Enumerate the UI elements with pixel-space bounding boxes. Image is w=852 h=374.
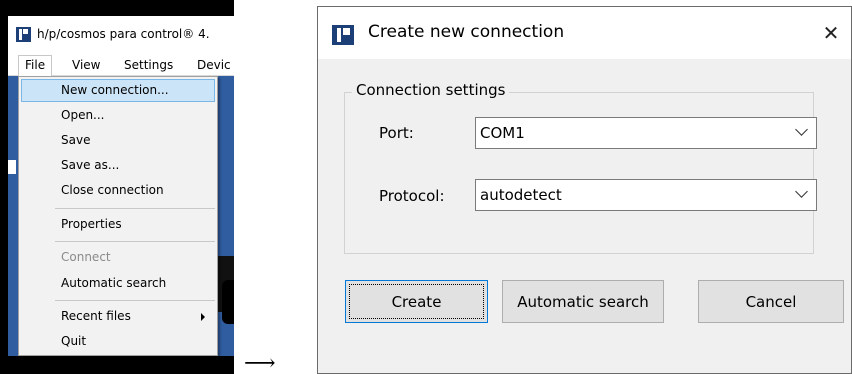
- protocol-select[interactable]: autodetect: [475, 179, 817, 211]
- menu-item-save[interactable]: Save: [21, 129, 215, 152]
- app-window: h/p/cosmos para control® 4. File View Se…: [0, 0, 234, 374]
- menu-item-properties[interactable]: Properties: [21, 213, 215, 236]
- app-content-fragment: [222, 280, 234, 324]
- file-menu-dropdown: New connection... Open... Save Save as..…: [18, 76, 218, 356]
- connection-settings-label: Connection settings: [352, 81, 510, 99]
- menu-item-recent-files-label: Recent files: [61, 309, 131, 323]
- app-title: h/p/cosmos para control® 4.: [37, 27, 210, 41]
- menu-item-connect: Connect: [61, 250, 111, 264]
- menu-separator: [55, 300, 215, 301]
- menu-item-recent-files[interactable]: Recent files: [21, 305, 215, 328]
- menu-item-save-as[interactable]: Save as...: [21, 154, 215, 177]
- submenu-arrow-icon: [201, 313, 205, 321]
- menu-devices[interactable]: Devic: [191, 56, 237, 76]
- app-titlebar: h/p/cosmos para control® 4.: [8, 16, 234, 52]
- app-logo-icon: [332, 25, 354, 45]
- cancel-button[interactable]: Cancel: [698, 280, 844, 323]
- close-icon: ✕: [822, 21, 840, 45]
- menu-separator: [55, 241, 215, 242]
- chevron-down-icon: [795, 123, 808, 136]
- port-label: Port:: [379, 124, 414, 142]
- port-select[interactable]: COM1: [475, 117, 817, 149]
- transition-arrow-icon: ⟶: [244, 351, 276, 374]
- protocol-label: Protocol:: [379, 187, 445, 205]
- app-logo-icon: [16, 26, 31, 42]
- menu-file[interactable]: File: [18, 55, 53, 77]
- menu-item-close-connection[interactable]: Close connection: [21, 179, 215, 202]
- menu-item-new-connection[interactable]: New connection...: [21, 79, 215, 102]
- protocol-select-value: autodetect: [480, 186, 562, 204]
- automatic-search-button[interactable]: Automatic search: [502, 280, 664, 323]
- menu-item-quit[interactable]: Quit: [21, 330, 215, 353]
- menu-settings[interactable]: Settings: [118, 56, 179, 76]
- menu-item-automatic-search[interactable]: Automatic search: [21, 272, 215, 295]
- focus-rectangle: [349, 284, 484, 319]
- port-select-value: COM1: [480, 124, 525, 142]
- chevron-down-icon: [795, 185, 808, 198]
- menubar: File View Settings Devic: [8, 52, 237, 77]
- menu-view[interactable]: View: [66, 56, 106, 76]
- dialog-titlebar: Create new connection ✕: [318, 7, 851, 59]
- create-connection-dialog: Create new connection ✕ Connection setti…: [317, 6, 852, 374]
- create-button[interactable]: Create: [345, 280, 488, 323]
- close-button[interactable]: ✕: [811, 13, 851, 53]
- menu-item-open[interactable]: Open...: [21, 104, 215, 127]
- menu-separator: [55, 208, 215, 209]
- dialog-title: Create new connection: [368, 22, 565, 42]
- app-content-fragment: [8, 160, 16, 174]
